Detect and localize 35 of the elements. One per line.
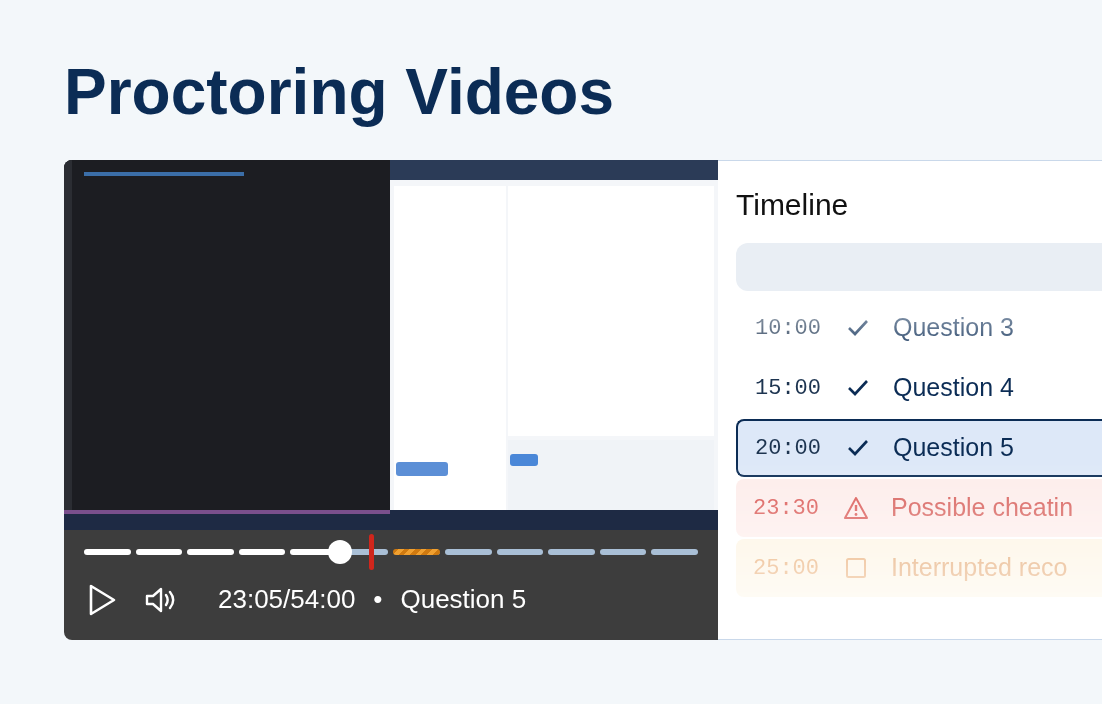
- play-icon[interactable]: [88, 582, 116, 617]
- square-icon: [843, 555, 869, 581]
- progress-thumb[interactable]: [328, 540, 353, 564]
- volume-icon[interactable]: [144, 585, 176, 614]
- progress-segment: [84, 549, 131, 555]
- progress-segment: [187, 549, 234, 555]
- warning-icon: [843, 495, 869, 521]
- progress-segment: [238, 549, 286, 555]
- progress-segment: [651, 549, 698, 555]
- event-time: 10:00: [755, 314, 822, 343]
- progress-segment: [548, 549, 595, 555]
- progress-segment: [135, 549, 183, 555]
- event-label: Interrupted reco: [891, 552, 1068, 584]
- timeline-item[interactable]: 20:00 Question 5: [736, 419, 1102, 477]
- playback-time: 23:05/54:00: [218, 583, 356, 616]
- event-time: 25:00: [753, 554, 820, 583]
- timeline-item[interactable]: 10:00 Question 3: [736, 299, 1102, 357]
- progress-segment: [599, 549, 647, 555]
- timeline-item[interactable]: 15:00 Question 4: [736, 359, 1102, 417]
- event-time: 23:30: [753, 494, 820, 523]
- current-section: Question 5: [400, 580, 527, 619]
- event-label: Question 4: [893, 372, 1014, 404]
- event-label: Possible cheatin: [891, 492, 1074, 524]
- event-label: Question 5: [893, 432, 1014, 464]
- timeline-item[interactable]: 23:30 Possible cheatin: [736, 479, 1102, 537]
- flagged-segment: [393, 549, 441, 555]
- progress-track[interactable]: [84, 534, 698, 570]
- progress-segment: [496, 549, 544, 555]
- panel-title: Timeline: [736, 187, 849, 223]
- page-heading: Proctoring Videos: [64, 55, 615, 130]
- event-time: 15:00: [755, 374, 822, 403]
- event-time: 20:00: [755, 434, 822, 463]
- separator-dot: •: [373, 583, 383, 616]
- progress-segment: [445, 549, 492, 555]
- event-label: Question 3: [893, 312, 1014, 344]
